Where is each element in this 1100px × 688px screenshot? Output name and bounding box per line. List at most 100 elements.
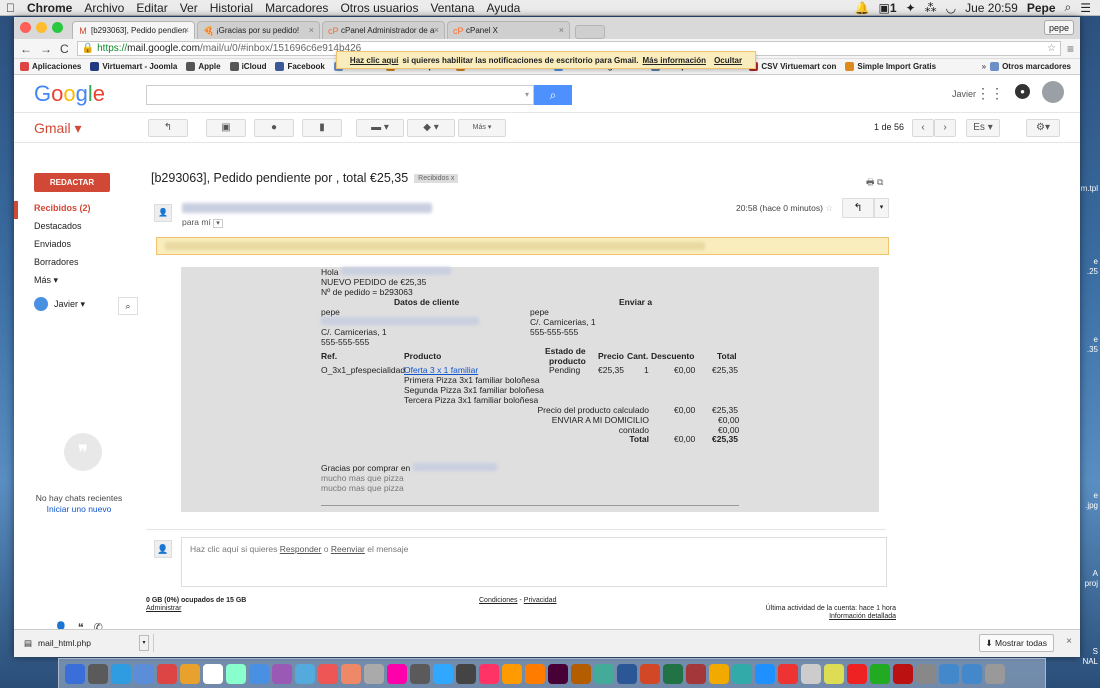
- menu-ayuda[interactable]: Ayuda: [487, 1, 521, 15]
- settings-button[interactable]: ⚙▾: [1026, 119, 1060, 137]
- privacy-link[interactable]: Privacidad: [524, 597, 557, 604]
- new-tab-button[interactable]: [575, 25, 605, 39]
- dock-app-icon[interactable]: [318, 663, 338, 684]
- other-bookmarks[interactable]: Otros marcadores: [990, 62, 1071, 71]
- report-spam-button[interactable]: ●: [254, 119, 294, 137]
- hide-link[interactable]: Ocultar: [714, 56, 742, 65]
- chevron-down-icon[interactable]: ▾: [139, 635, 149, 651]
- sidebar-item-starred[interactable]: Destacados: [34, 221, 82, 231]
- star-icon[interactable]: ☆: [825, 203, 833, 213]
- notifications-icon[interactable]: ●: [1015, 84, 1030, 99]
- desktop-label[interactable]: m.tpl: [1078, 150, 1100, 228]
- zoom-window-icon[interactable]: [52, 22, 63, 33]
- recipient-line[interactable]: para mí ▾: [182, 217, 223, 228]
- label-badge[interactable]: Recibidos x: [414, 174, 459, 184]
- dock-app-icon[interactable]: [180, 663, 200, 684]
- dock-app-icon[interactable]: [617, 663, 637, 684]
- bookmark-item[interactable]: iCloud: [229, 62, 266, 71]
- chat-user[interactable]: Javier ▾: [34, 297, 85, 311]
- dock-app-icon[interactable]: [387, 663, 407, 684]
- print-icon[interactable]: 🖶 ⧉: [866, 175, 883, 191]
- dock-app-icon[interactable]: [939, 663, 959, 684]
- reply-box[interactable]: Haz clic aquí si quieres Responder o Ree…: [181, 537, 887, 587]
- compose-button[interactable]: REDACTAR: [34, 173, 110, 192]
- dock-app-icon[interactable]: [502, 663, 522, 684]
- menu-ver[interactable]: Ver: [180, 1, 198, 15]
- dock-app-icon[interactable]: [571, 663, 591, 684]
- dock-app-icon[interactable]: [88, 663, 108, 684]
- chat-search-button[interactable]: ⌕: [118, 297, 138, 315]
- more-button[interactable]: Más ▾: [458, 119, 506, 137]
- desktop-label[interactable]: S NAL: [1078, 618, 1100, 688]
- close-tab-icon[interactable]: ×: [309, 25, 314, 35]
- more-info-link[interactable]: Más información: [642, 56, 706, 65]
- dock-app-icon[interactable]: [732, 663, 752, 684]
- older-button[interactable]: ›: [934, 119, 956, 137]
- tab-gmail[interactable]: M [b293063], Pedido pendien ×: [72, 21, 195, 39]
- tab-cpanel-admin[interactable]: cP cPanel Administrador de a ×: [322, 21, 445, 39]
- dock-app-icon[interactable]: [847, 663, 867, 684]
- dock-app-icon[interactable]: [433, 663, 453, 684]
- notification-bell-icon[interactable]: 🔔: [855, 1, 870, 15]
- bookmark-item[interactable]: CSV Virtuemart con: [749, 62, 836, 71]
- dock-app-icon[interactable]: [640, 663, 660, 684]
- dock-app-icon[interactable]: [686, 663, 706, 684]
- bookmark-item[interactable]: Apple: [186, 62, 221, 71]
- apps-grid-icon[interactable]: ⋮⋮: [976, 85, 1004, 102]
- sidebar-item-more[interactable]: Más ▾: [34, 275, 58, 286]
- dock-app-icon[interactable]: [663, 663, 683, 684]
- bookmark-item[interactable]: Aplicaciones: [20, 62, 81, 71]
- google-logo[interactable]: Google: [34, 81, 105, 107]
- desktop-label[interactable]: A proj: [1078, 540, 1100, 618]
- bookmark-item[interactable]: Simple Import Gratis: [845, 62, 936, 71]
- spotlight-icon[interactable]: ⌕: [1065, 0, 1072, 15]
- reply-button[interactable]: ↰: [842, 198, 874, 218]
- desktop-label[interactable]: e .25: [1078, 228, 1100, 306]
- forward-arrow-icon[interactable]: →: [40, 42, 52, 56]
- menu-extra-icon[interactable]: ▣1: [879, 1, 897, 15]
- terms-link[interactable]: Condiciones: [479, 597, 518, 604]
- reload-icon[interactable]: C: [60, 42, 69, 56]
- tab-gracias[interactable]: 🍕 ¡Gracias por su pedido! ×: [197, 21, 320, 39]
- dock-app-icon[interactable]: [870, 663, 890, 684]
- avatar[interactable]: [1042, 81, 1064, 103]
- dock-app-icon[interactable]: [548, 663, 568, 684]
- dock-app-icon[interactable]: [824, 663, 844, 684]
- dock-app-icon[interactable]: [456, 663, 476, 684]
- dock-app-icon[interactable]: [916, 663, 936, 684]
- tab-cpanel-x[interactable]: cP cPanel X ×: [447, 21, 570, 39]
- sender-name[interactable]: [182, 203, 432, 216]
- notification-center-icon[interactable]: ☰: [1080, 1, 1091, 15]
- enable-notifications-link[interactable]: Haz clic aquí: [350, 56, 398, 65]
- menu-historial[interactable]: Historial: [210, 1, 253, 15]
- wifi-icon[interactable]: ◡: [946, 1, 956, 15]
- menu-ventana[interactable]: Ventana: [430, 1, 474, 15]
- show-all-downloads-button[interactable]: ⬇ Mostrar todas: [978, 634, 1054, 652]
- dock-app-icon[interactable]: [249, 663, 269, 684]
- manage-link[interactable]: Administrar: [146, 605, 181, 612]
- gmail-switcher[interactable]: Gmail ▾: [34, 120, 81, 137]
- back-arrow-icon[interactable]: ←: [20, 42, 32, 56]
- clock-text[interactable]: Jue 20:59: [965, 1, 1018, 15]
- close-tab-icon[interactable]: ×: [184, 25, 189, 35]
- back-to-inbox-button[interactable]: ↰: [148, 119, 188, 137]
- dock-app-icon[interactable]: [341, 663, 361, 684]
- apple-menu-icon[interactable]: : [6, 1, 15, 15]
- user-name[interactable]: Javier: [952, 89, 976, 99]
- menu-otros-usuarios[interactable]: Otros usuarios: [340, 1, 418, 15]
- dock-app-icon[interactable]: [525, 663, 545, 684]
- dropbox-icon[interactable]: ✦: [906, 1, 916, 15]
- product-link[interactable]: Oferta 3 x 1 familiar: [404, 365, 478, 375]
- dock-app-icon[interactable]: [364, 663, 384, 684]
- more-actions-button[interactable]: ▾: [874, 198, 889, 218]
- search-options-icon[interactable]: ▾: [525, 90, 529, 99]
- menu-archivo[interactable]: Archivo: [84, 1, 124, 15]
- profile-button[interactable]: pepe: [1043, 20, 1074, 35]
- desktop-label[interactable]: e .35: [1078, 306, 1100, 384]
- chevron-down-icon[interactable]: ▾: [213, 219, 223, 228]
- bookmark-item[interactable]: Facebook: [275, 62, 325, 71]
- close-tab-icon[interactable]: ×: [559, 25, 564, 35]
- search-input[interactable]: ▾: [146, 85, 534, 105]
- menu-editar[interactable]: Editar: [136, 1, 167, 15]
- menu-marcadores[interactable]: Marcadores: [265, 1, 328, 15]
